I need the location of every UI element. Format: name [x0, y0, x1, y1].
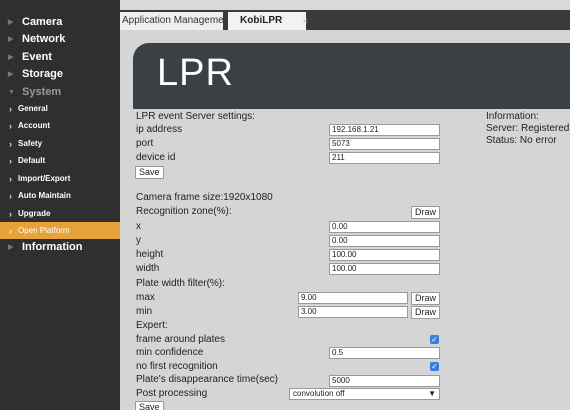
- info-heading: Information:: [486, 111, 539, 122]
- sidebar-item-general[interactable]: › General: [0, 100, 120, 117]
- min-field[interactable]: 3.00: [298, 306, 408, 318]
- server-status: Server: Registered: [486, 123, 570, 134]
- chevron-right-icon: ›: [9, 155, 12, 166]
- sidebar-item-network[interactable]: ▶ Network: [0, 31, 120, 47]
- x-label: x: [136, 221, 141, 232]
- sidebar-item-information[interactable]: ▶ Information: [0, 239, 120, 255]
- width-label: width: [136, 263, 160, 274]
- recognition-zone-heading: Recognition zone(%):: [136, 206, 232, 217]
- chevron-right-icon: ›: [9, 120, 12, 131]
- device-id-label: device id: [136, 152, 176, 163]
- sidebar-item-safety[interactable]: › Safety: [0, 135, 120, 152]
- min-confidence-field[interactable]: 0.5: [329, 347, 440, 359]
- height-label: height: [136, 249, 164, 260]
- no-first-recognition-label: no first recognition: [136, 361, 218, 372]
- draw-max-button[interactable]: Draw: [411, 292, 440, 305]
- height-field[interactable]: 100.00: [329, 249, 440, 261]
- sidebar-item-event[interactable]: ▶ Event: [0, 49, 120, 65]
- min-label: min: [136, 306, 153, 317]
- chevron-right-icon: ›: [9, 208, 12, 219]
- check-icon: ✓: [431, 335, 438, 344]
- port-label: port: [136, 138, 154, 149]
- sidebar-item-account[interactable]: › Account: [0, 117, 120, 134]
- max-label: max: [136, 292, 155, 303]
- y-label: y: [136, 235, 141, 246]
- arrow-right-icon: ▶: [8, 54, 14, 61]
- save-server-button[interactable]: Save: [135, 166, 164, 179]
- arrow-down-icon: ▼: [8, 88, 15, 96]
- sidebar-item-import-export[interactable]: › Import/Export: [0, 170, 120, 187]
- arrow-right-icon: ▶: [8, 71, 14, 78]
- status-text: Status: No error: [486, 135, 557, 146]
- chevron-right-icon: ›: [9, 138, 12, 149]
- save-expert-button[interactable]: Save: [135, 401, 164, 410]
- sidebar-item-system[interactable]: ▼ System: [0, 84, 120, 100]
- port-field[interactable]: 5073: [329, 138, 440, 150]
- plate-width-heading: Plate width filter(%):: [136, 278, 225, 289]
- post-processing-select[interactable]: convolution off ▼: [289, 388, 440, 400]
- frame-around-plates-checkbox[interactable]: ✓: [430, 335, 439, 344]
- sidebar: ▶ Camera ▶ Network ▶ Event ▶ Storage ▼ System…: [0, 0, 120, 410]
- server-settings-heading: LPR event Server settings:: [136, 111, 255, 122]
- sidebar-item-storage[interactable]: ▶ Storage: [0, 66, 120, 82]
- ip-address-field[interactable]: 192.168.1.21: [329, 124, 440, 136]
- check-icon: ✓: [431, 362, 438, 371]
- max-field[interactable]: 9.00: [298, 292, 408, 304]
- disappearance-time-label: Plate's disappearance time(sec): [136, 374, 278, 385]
- ip-address-label: ip address: [136, 124, 183, 135]
- draw-min-button[interactable]: Draw: [411, 306, 440, 319]
- arrow-right-icon: ▶: [8, 36, 14, 43]
- device-id-field[interactable]: 211: [329, 152, 440, 164]
- tab-kobilpr[interactable]: KobiLPR ×: [228, 12, 308, 30]
- page-title: LPR: [157, 52, 234, 94]
- close-icon[interactable]: ×: [303, 12, 308, 30]
- sidebar-item-upgrade[interactable]: › Upgrade: [0, 205, 120, 222]
- no-first-recognition-checkbox[interactable]: ✓: [430, 362, 439, 371]
- min-confidence-label: min confidence: [136, 347, 204, 358]
- chevron-right-icon: ›: [9, 103, 12, 114]
- chevron-down-icon: ▼: [428, 389, 436, 398]
- arrow-right-icon: ▶: [8, 244, 14, 251]
- sidebar-item-auto-maintain[interactable]: › Auto Maintain: [0, 187, 120, 204]
- chevron-right-icon: ›: [9, 225, 12, 236]
- draw-zone-button[interactable]: Draw: [411, 206, 440, 219]
- chevron-right-icon: ›: [9, 173, 12, 184]
- post-processing-label: Post processing: [136, 388, 208, 399]
- camera-frame-size: Camera frame size:1920x1080: [136, 192, 273, 203]
- arrow-right-icon: ▶: [8, 19, 14, 26]
- sidebar-item-camera[interactable]: ▶ Camera: [0, 14, 120, 30]
- frame-around-plates-label: frame around plates: [136, 334, 225, 345]
- x-field[interactable]: 0.00: [329, 221, 440, 233]
- width-field[interactable]: 100.00: [329, 263, 440, 275]
- chevron-right-icon: ›: [9, 190, 12, 201]
- y-field[interactable]: 0.00: [329, 235, 440, 247]
- disappearance-time-field[interactable]: 5000: [329, 375, 440, 387]
- expert-heading: Expert:: [136, 320, 168, 331]
- sidebar-item-default[interactable]: › Default: [0, 152, 120, 169]
- sidebar-item-open-platform[interactable]: › Open Platform: [0, 222, 120, 239]
- tab-application-management[interactable]: Application Management: [120, 12, 223, 30]
